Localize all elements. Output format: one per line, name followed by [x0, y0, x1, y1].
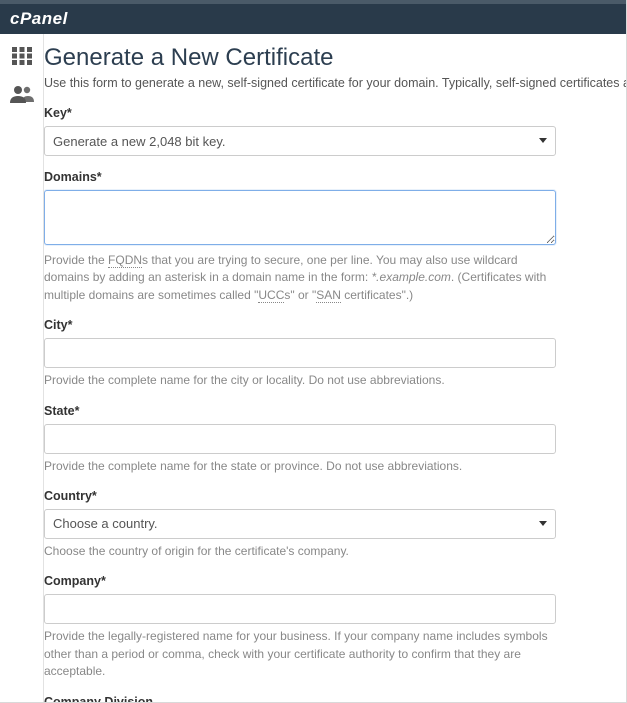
san-abbr: SAN [316, 288, 341, 303]
sidebar-item-home[interactable] [8, 44, 36, 68]
field-division: Company Division Provide the name of the… [44, 695, 556, 702]
field-company: Company* Provide the legally-registered … [44, 574, 556, 680]
domains-help: Provide the FQDNs that you are trying to… [44, 252, 556, 304]
state-label: State* [44, 404, 556, 418]
country-select[interactable]: Choose a country. [44, 509, 556, 539]
domains-label: Domains* [44, 170, 556, 184]
page-intro: Use this form to generate a new, self-si… [44, 76, 626, 90]
top-bar: cPanel [0, 0, 626, 34]
company-help: Provide the legally-registered name for … [44, 628, 556, 680]
ucc-abbr: UCC [258, 288, 284, 303]
grid-icon [12, 47, 32, 65]
city-input[interactable] [44, 338, 556, 368]
fqdn-abbr: FQDN [108, 253, 142, 268]
field-state: State* Provide the complete name for the… [44, 404, 556, 475]
key-select[interactable]: Generate a new 2,048 bit key. [44, 126, 556, 156]
country-label: Country* [44, 489, 556, 503]
sidebar [0, 34, 44, 702]
field-domains: Domains* Provide the FQDNs that you are … [44, 170, 556, 304]
field-country: Country* Choose a country. Choose the co… [44, 489, 556, 560]
users-icon [10, 85, 34, 103]
field-city: City* Provide the complete name for the … [44, 318, 556, 389]
company-label: Company* [44, 574, 556, 588]
brand-logo: cPanel [10, 9, 68, 29]
sidebar-item-users[interactable] [8, 82, 36, 106]
state-help: Provide the complete name for the state … [44, 458, 556, 475]
field-key: Key* Generate a new 2,048 bit key. [44, 106, 556, 156]
division-label: Company Division [44, 695, 556, 702]
city-label: City* [44, 318, 556, 332]
main-content: Generate a New Certificate Use this form… [44, 34, 626, 702]
key-label: Key* [44, 106, 556, 120]
country-help: Choose the country of origin for the cer… [44, 543, 556, 560]
page-title: Generate a New Certificate [44, 44, 626, 72]
state-input[interactable] [44, 424, 556, 454]
company-input[interactable] [44, 594, 556, 624]
domains-input[interactable] [44, 190, 556, 245]
city-help: Provide the complete name for the city o… [44, 372, 556, 389]
